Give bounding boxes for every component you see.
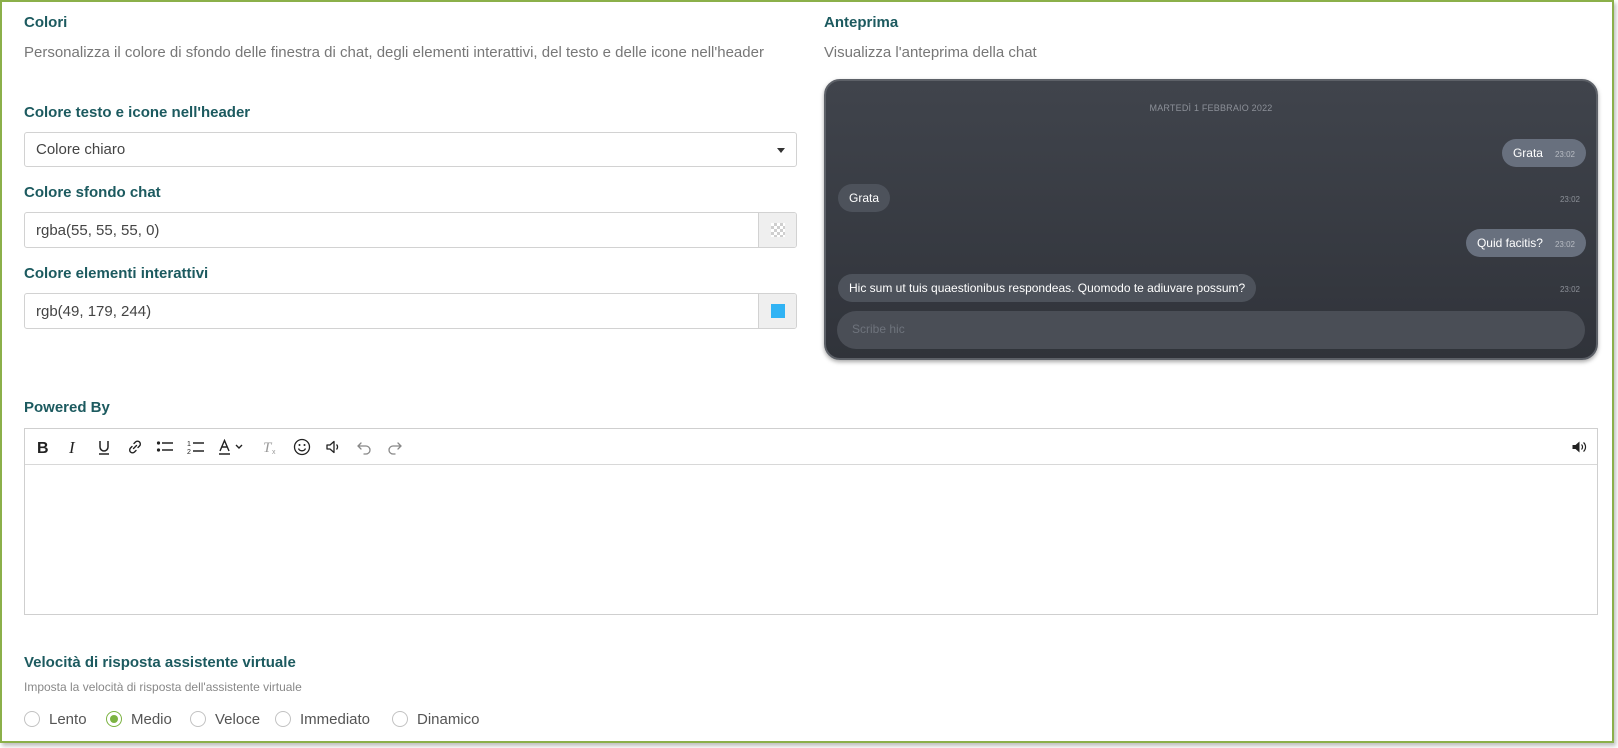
message-text: Grata xyxy=(1512,146,1543,160)
chat-bg-value: rgba(55, 55, 55, 0) xyxy=(36,222,160,239)
message-time: 23:02 xyxy=(1559,195,1580,204)
bullet-list-icon[interactable] xyxy=(153,435,177,459)
redo-icon[interactable] xyxy=(383,435,407,459)
radio-lento[interactable]: Lento xyxy=(24,708,87,730)
colors-title: Colori xyxy=(24,14,68,31)
radio-label: Lento xyxy=(49,710,87,728)
undo-icon[interactable] xyxy=(352,435,376,459)
radio-label: Veloce xyxy=(215,710,261,728)
settings-panel: Colori Personalizza il colore di sfondo … xyxy=(0,0,1614,743)
volume-icon[interactable] xyxy=(1567,435,1591,459)
chat-input[interactable]: Scribe hic xyxy=(837,311,1585,349)
underline-icon[interactable] xyxy=(92,435,116,459)
header-color-selected: Colore chiaro xyxy=(36,141,126,158)
message-time: 23:02 xyxy=(1554,150,1575,159)
speed-title: Velocità di risposta assistente virtuale xyxy=(24,654,296,671)
radio-immediato[interactable]: Immediato xyxy=(275,708,370,730)
editor-toolbar: B I 12 Tx xyxy=(25,429,1597,465)
interactive-color-label: Colore elementi interattivi xyxy=(24,265,209,282)
speed-description: Imposta la velocità di risposta dell'ass… xyxy=(24,680,302,694)
powered-by-title: Powered By xyxy=(24,399,110,416)
radio-veloce[interactable]: Veloce xyxy=(190,708,260,730)
radio-circle-selected[interactable] xyxy=(106,711,122,727)
radio-dinamico[interactable]: Dinamico xyxy=(392,708,480,730)
numbered-list-icon[interactable]: 12 xyxy=(184,435,208,459)
radio-label: Dinamico xyxy=(417,710,480,728)
font-color-icon[interactable] xyxy=(215,435,251,459)
caret-down-icon xyxy=(777,148,785,153)
message-time: 23:02 xyxy=(1554,240,1575,249)
interactive-color-value: rgb(49, 179, 244) xyxy=(36,303,152,320)
interactive-color-picker[interactable] xyxy=(758,294,796,328)
radio-circle[interactable] xyxy=(24,711,40,727)
radio-label: Immediato xyxy=(300,710,371,728)
message-text: Quid facitis? xyxy=(1476,236,1543,250)
editor-content[interactable] xyxy=(25,465,1597,614)
radio-medio[interactable]: Medio xyxy=(106,708,172,730)
svg-text:1: 1 xyxy=(187,441,191,448)
header-color-label: Colore testo e icone nell'header xyxy=(24,104,251,121)
header-color-select[interactable]: Colore chiaro xyxy=(24,132,797,167)
chat-bg-label: Colore sfondo chat xyxy=(24,184,161,201)
svg-text:B: B xyxy=(37,440,49,455)
message-text: Hic sum ut tuis quaestionibus respondeas… xyxy=(849,281,1246,295)
chat-message-user: Grata 23:02 xyxy=(1501,139,1586,167)
radio-circle[interactable] xyxy=(190,711,206,727)
chat-date: MARTEDÌ 1 FEBBRAIO 2022 xyxy=(1149,103,1273,113)
bold-icon[interactable]: B xyxy=(31,435,55,459)
colors-description: Personalizza il colore di sfondo delle f… xyxy=(24,44,764,61)
rich-text-editor: B I 12 Tx xyxy=(24,428,1598,615)
radio-circle[interactable] xyxy=(392,711,408,727)
link-icon[interactable] xyxy=(123,435,147,459)
interactive-color-input[interactable]: rgb(49, 179, 244) xyxy=(24,293,797,329)
emoji-icon[interactable] xyxy=(290,435,314,459)
preview-title: Anteprima xyxy=(824,14,899,31)
speaker-icon[interactable] xyxy=(321,435,345,459)
radio-circle[interactable] xyxy=(275,711,291,727)
chat-message-bot: Grata xyxy=(838,184,891,212)
preview-description: Visualizza l'anteprima della chat xyxy=(824,44,1037,61)
chat-message-bot: Hic sum ut tuis quaestionibus respondeas… xyxy=(838,274,1257,302)
svg-text:x: x xyxy=(272,449,276,455)
chat-bg-input[interactable]: rgba(55, 55, 55, 0) xyxy=(24,212,797,248)
color-swatch-icon xyxy=(771,304,785,318)
italic-icon[interactable]: I xyxy=(61,435,85,459)
radio-label: Medio xyxy=(131,710,172,728)
message-time: 23:02 xyxy=(1559,285,1580,294)
message-text: Grata xyxy=(849,191,880,205)
svg-text:I: I xyxy=(68,439,76,455)
svg-text:2: 2 xyxy=(187,449,191,455)
chat-bg-color-picker[interactable] xyxy=(758,213,796,247)
clear-format-icon[interactable]: Tx xyxy=(259,435,283,459)
transparent-swatch-icon xyxy=(771,223,785,237)
chat-message-user: Quid facitis? 23:02 xyxy=(1465,229,1586,257)
chat-preview: MARTEDÌ 1 FEBBRAIO 2022 Grata 23:02 Grata… xyxy=(824,79,1598,360)
